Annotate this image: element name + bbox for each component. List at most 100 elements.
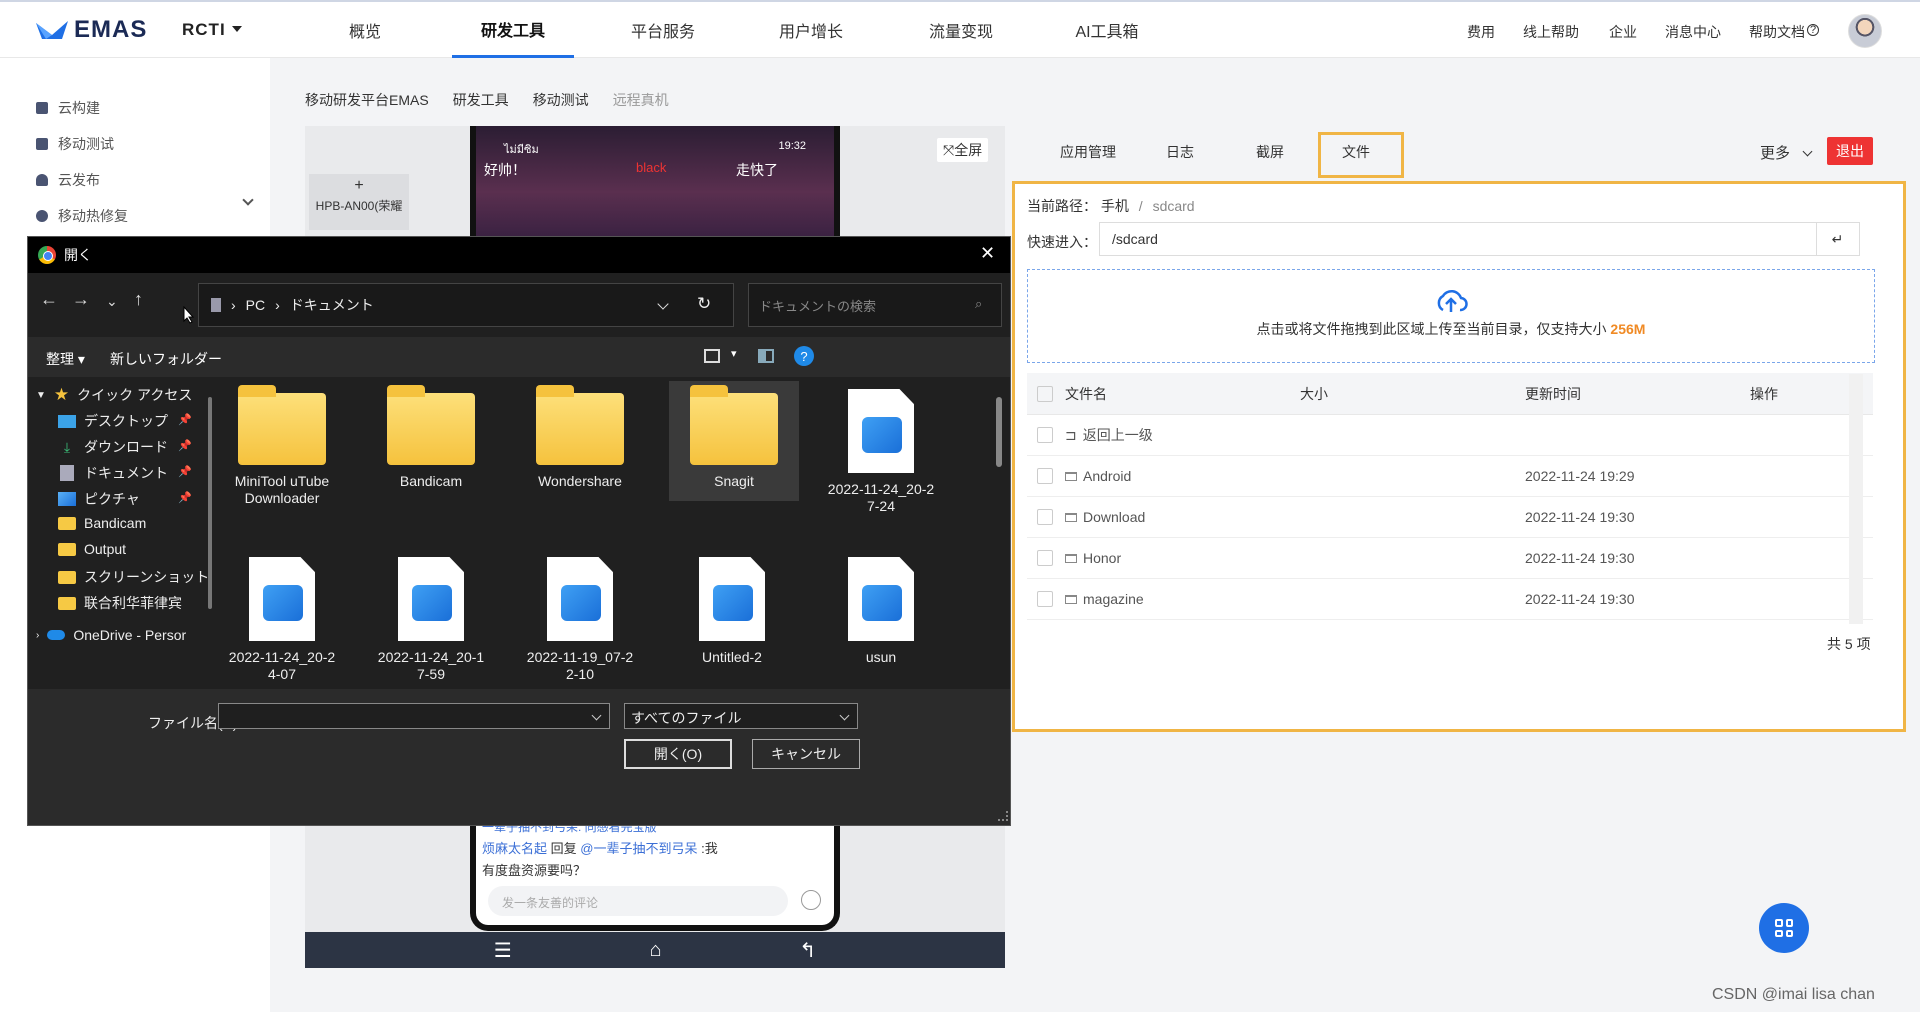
organize-menu[interactable]: 整理 ▾ xyxy=(46,349,85,369)
nav-platform-services[interactable]: 平台服务 xyxy=(628,2,698,58)
tab-logs[interactable]: 日志 xyxy=(1160,138,1200,166)
table-row[interactable]: Honor 2022-11-24 19:30 xyxy=(1027,538,1873,579)
avatar[interactable] xyxy=(1848,14,1882,48)
link-enterprise[interactable]: 企业 xyxy=(1609,22,1637,42)
link-online-help[interactable]: 线上帮助 xyxy=(1523,22,1579,42)
tree-folder[interactable]: スクリーンショット xyxy=(58,567,209,587)
view-dropdown-icon[interactable]: ▾ xyxy=(731,347,737,360)
device-card[interactable]: + HPB-AN00(荣耀 xyxy=(309,174,409,230)
row-checkbox[interactable] xyxy=(1037,591,1053,607)
more-dropdown[interactable]: 更多 xyxy=(1760,142,1813,163)
tree-folder[interactable]: Output xyxy=(58,541,126,557)
address-segment[interactable]: ドキュメント xyxy=(290,295,374,315)
chevron-down-icon[interactable] xyxy=(657,298,669,310)
row-checkbox[interactable] xyxy=(1037,550,1053,566)
back-arrow-icon[interactable]: ← xyxy=(40,289,58,310)
file-tile[interactable]: Wondershare xyxy=(520,381,640,515)
fullscreen-button[interactable]: ⤧全屏 xyxy=(937,138,989,162)
comment-target[interactable]: @一辈子抽不到弓呆 xyxy=(580,841,697,856)
address-bar[interactable]: › PC › ドキュメント ↻ xyxy=(198,283,734,327)
filetype-select[interactable]: すべてのファイル xyxy=(624,703,858,729)
file-tile[interactable]: usun xyxy=(821,549,941,689)
file-name[interactable]: Honor xyxy=(1083,550,1121,566)
row-checkbox[interactable] xyxy=(1037,427,1053,443)
emoji-icon[interactable] xyxy=(801,890,821,910)
grid-scrollbar[interactable] xyxy=(996,397,1002,467)
link-messages[interactable]: 消息中心 xyxy=(1665,22,1721,42)
enter-icon[interactable]: ↵ xyxy=(1816,222,1860,256)
link-billing[interactable]: 费用 xyxy=(1467,22,1495,42)
pin-icon[interactable]: 📌 xyxy=(178,413,192,426)
table-scrollbar[interactable] xyxy=(1849,374,1863,624)
resize-grip-icon[interactable] xyxy=(998,811,1008,821)
sidebar-item-hotfix[interactable]: 移动热修复 xyxy=(36,206,128,226)
forward-arrow-icon[interactable]: → xyxy=(72,289,90,310)
row-checkbox[interactable] xyxy=(1037,509,1053,525)
tree-pictures[interactable]: ピクチャ xyxy=(58,489,140,509)
nav-ai-toolbox[interactable]: AI工具箱 xyxy=(1072,2,1142,58)
emas-logo[interactable]: EMAS xyxy=(36,16,147,44)
sidebar-item-mobile-test[interactable]: 移动测试 xyxy=(36,134,114,154)
exit-button[interactable]: 退出 xyxy=(1827,137,1873,165)
tree-onedrive[interactable]: › OneDrive - Persor xyxy=(36,627,186,643)
nav-monetization[interactable]: 流量变现 xyxy=(926,2,996,58)
home-icon[interactable]: ⌂ xyxy=(650,939,662,962)
file-name[interactable]: Android xyxy=(1083,468,1131,484)
new-folder-button[interactable]: 新しいフォルダー xyxy=(110,349,222,369)
chevron-down-icon[interactable] xyxy=(242,194,254,206)
file-name[interactable]: magazine xyxy=(1083,591,1144,607)
comment-user[interactable]: 烦麻太名起 xyxy=(482,841,547,856)
cancel-button[interactable]: キャンセル xyxy=(752,739,860,769)
breadcrumb-item[interactable]: 移动研发平台EMAS xyxy=(305,90,429,110)
view-mode-icon[interactable] xyxy=(704,349,720,363)
open-button[interactable]: 開く(O) xyxy=(624,739,732,769)
tree-quick-access[interactable]: ▼ ★ クイック アクセス xyxy=(36,385,192,405)
tree-folder[interactable]: Bandicam xyxy=(58,515,146,531)
nav-user-growth[interactable]: 用户增长 xyxy=(776,2,846,58)
tree-documents[interactable]: ドキュメント xyxy=(58,463,168,483)
close-icon[interactable]: ✕ xyxy=(980,243,995,264)
breadcrumb-item[interactable]: 研发工具 xyxy=(453,90,509,110)
pin-icon[interactable]: 📌 xyxy=(178,491,192,504)
file-name[interactable]: Download xyxy=(1083,509,1145,525)
nav-dev-tools[interactable]: 研发工具 xyxy=(452,2,574,58)
dialog-titlebar[interactable]: 開く xyxy=(28,237,1010,273)
back-icon[interactable]: ↰ xyxy=(799,938,816,963)
row-checkbox[interactable] xyxy=(1037,468,1053,484)
pin-icon[interactable]: 📌 xyxy=(178,439,192,452)
app-switcher[interactable]: RCTI xyxy=(182,20,242,40)
breadcrumb-item[interactable]: 移动测试 xyxy=(533,90,589,110)
tab-app-manage[interactable]: 应用管理 xyxy=(1048,138,1128,166)
pin-icon[interactable]: 📌 xyxy=(178,465,192,478)
dialog-search-input[interactable]: ドキュメントの検索 ⌕ xyxy=(748,283,1002,327)
refresh-icon[interactable]: ↻ xyxy=(697,294,711,314)
tab-files[interactable]: 文件 xyxy=(1336,138,1376,166)
path-root[interactable]: 手机 xyxy=(1101,198,1129,214)
quick-enter-input[interactable]: /sdcard xyxy=(1099,222,1817,256)
file-tile[interactable]: 2022-11-19_07-22-10 xyxy=(520,549,640,689)
tree-downloads[interactable]: ⤓ ダウンロード xyxy=(58,437,168,457)
recent-locations-icon[interactable]: ⌄ xyxy=(106,293,118,310)
file-tile-selected[interactable]: Snagit xyxy=(669,381,799,501)
nav-overview[interactable]: 概览 xyxy=(340,2,390,58)
sidebar-item-cloud-build[interactable]: 云构建 xyxy=(36,98,100,118)
tree-folder[interactable]: 联合利华菲律宾 xyxy=(58,593,182,613)
tree-scrollbar[interactable] xyxy=(208,397,212,609)
help-icon[interactable]: ? xyxy=(794,346,814,366)
select-all-checkbox[interactable] xyxy=(1037,385,1053,402)
table-row[interactable]: Download 2022-11-24 19:30 xyxy=(1027,497,1873,538)
file-tile[interactable]: Untitled-2 xyxy=(672,549,792,689)
preview-pane-icon[interactable] xyxy=(758,349,774,363)
tab-screenshot[interactable]: 截屏 xyxy=(1250,138,1290,166)
up-arrow-icon[interactable]: ↑ xyxy=(134,289,143,310)
file-tile[interactable]: Bandicam xyxy=(371,381,491,515)
file-tile[interactable]: MiniTool uTube Downloader xyxy=(222,381,342,515)
comment-input[interactable]: 发一条友善的评论 xyxy=(488,886,788,916)
file-tile[interactable]: 2022-11-24_20-27-24 xyxy=(821,381,941,515)
back-row[interactable]: ⊐ 返回上一级 xyxy=(1027,415,1873,456)
filename-input[interactable] xyxy=(218,703,610,729)
link-help-docs[interactable]: 帮助文档 ? xyxy=(1749,22,1819,42)
table-row[interactable]: magazine 2022-11-24 19:30 xyxy=(1027,579,1873,620)
file-tile[interactable]: 2022-11-24_20-17-59 xyxy=(371,549,491,689)
sidebar-item-cloud-publish[interactable]: 云发布 xyxy=(36,170,100,190)
